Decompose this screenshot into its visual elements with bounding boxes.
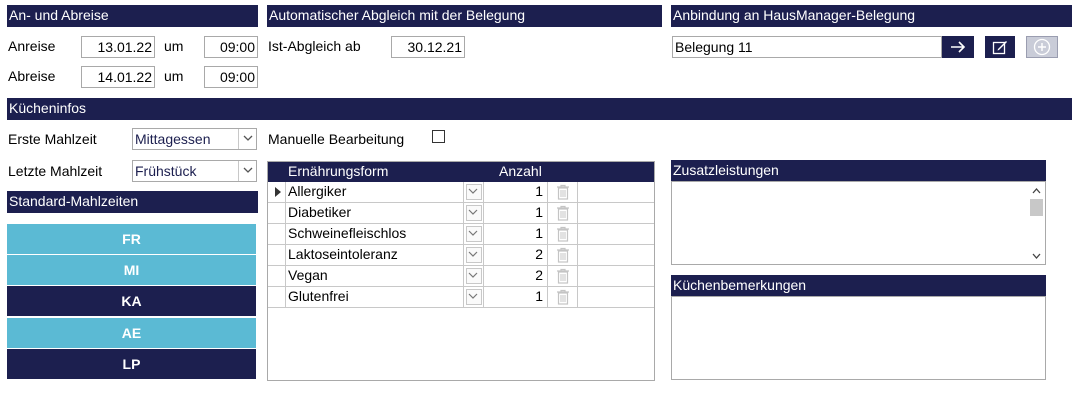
arrival-label: Anreise bbox=[8, 38, 56, 54]
count-cell[interactable]: 2 bbox=[484, 245, 548, 265]
table-row[interactable]: Allergiker 1 bbox=[268, 182, 654, 203]
meal-button-mi[interactable]: MI bbox=[7, 255, 256, 285]
edit-icon bbox=[992, 41, 1007, 55]
diet-form-dropdown[interactable] bbox=[464, 182, 484, 202]
diet-form-cell[interactable]: Laktoseintoleranz bbox=[286, 245, 464, 265]
chevron-down-icon bbox=[468, 293, 478, 299]
current-row-triangle-icon bbox=[275, 187, 281, 197]
last-meal-select[interactable]: Frühstück bbox=[132, 160, 257, 182]
arrival-date-field[interactable]: 13.01.22 bbox=[81, 36, 155, 58]
diet-form-cell[interactable]: Schweinefleischlos bbox=[286, 224, 464, 244]
binding-header: Anbindung an HausManager-Belegung bbox=[671, 5, 1072, 27]
diet-form-dropdown[interactable] bbox=[464, 245, 484, 265]
extras-scrollbar[interactable] bbox=[1028, 182, 1045, 264]
trash-icon bbox=[557, 247, 569, 263]
chevron-down-icon bbox=[468, 188, 478, 194]
diet-form-dropdown[interactable] bbox=[464, 203, 484, 223]
count-cell[interactable]: 2 bbox=[484, 266, 548, 286]
chevron-down-icon bbox=[468, 272, 478, 278]
delete-row-button[interactable] bbox=[548, 245, 578, 265]
chevron-down-icon bbox=[468, 230, 478, 236]
trash-icon bbox=[557, 226, 569, 242]
kitchen-remarks-header: Küchenbemerkungen bbox=[671, 275, 1046, 297]
arrival-at-label: um bbox=[164, 38, 184, 54]
trash-icon bbox=[557, 184, 569, 200]
arrival-departure-header: An- und Abreise bbox=[7, 5, 258, 27]
last-meal-value: Frühstück bbox=[135, 163, 197, 179]
count-cell[interactable]: 1 bbox=[484, 182, 548, 202]
departure-date-field[interactable]: 14.01.22 bbox=[81, 66, 155, 88]
table-row[interactable]: Vegan 2 bbox=[268, 266, 654, 287]
trash-icon bbox=[557, 289, 569, 305]
meal-button-lp[interactable]: LP bbox=[7, 349, 256, 379]
chevron-down-icon[interactable] bbox=[238, 129, 256, 149]
count-cell[interactable]: 1 bbox=[484, 224, 548, 244]
count-cell[interactable]: 1 bbox=[484, 203, 548, 223]
departure-at-label: um bbox=[164, 68, 184, 84]
auto-sync-header: Automatischer Abgleich mit der Belegung bbox=[267, 5, 662, 27]
first-meal-select[interactable]: Mittagessen bbox=[132, 128, 257, 150]
kitchen-info-header: Kücheninfos bbox=[7, 98, 1072, 120]
actual-sync-label: Ist-Abgleich ab bbox=[268, 38, 361, 54]
go-to-booking-button[interactable] bbox=[942, 36, 974, 58]
first-meal-label: Erste Mahlzeit bbox=[8, 131, 97, 147]
scroll-up-icon[interactable] bbox=[1032, 188, 1041, 194]
departure-label: Abreise bbox=[8, 68, 56, 84]
diet-form-dropdown[interactable] bbox=[464, 224, 484, 244]
manual-edit-checkbox[interactable] bbox=[432, 130, 445, 143]
arrival-time-field[interactable]: 09:00 bbox=[204, 36, 258, 58]
diet-form-cell[interactable]: Glutenfrei bbox=[286, 287, 464, 307]
delete-row-button[interactable] bbox=[548, 203, 578, 223]
delete-row-button[interactable] bbox=[548, 182, 578, 202]
standard-meals-header: Standard-Mahlzeiten bbox=[7, 191, 258, 213]
add-booking-button[interactable] bbox=[1026, 36, 1058, 58]
departure-time-field[interactable]: 09:00 bbox=[204, 66, 258, 88]
first-meal-value: Mittagessen bbox=[135, 131, 211, 147]
delete-row-button[interactable] bbox=[548, 266, 578, 286]
col-header-count: Anzahl bbox=[499, 163, 542, 179]
arrow-right-icon bbox=[951, 41, 966, 53]
diet-form-cell[interactable]: Vegan bbox=[286, 266, 464, 286]
edit-booking-button[interactable] bbox=[985, 36, 1015, 58]
row-indicator bbox=[268, 266, 286, 286]
meal-button-fr[interactable]: FR bbox=[7, 224, 256, 254]
trash-icon bbox=[557, 205, 569, 221]
row-indicator bbox=[268, 245, 286, 265]
row-indicator bbox=[268, 203, 286, 223]
scroll-thumb[interactable] bbox=[1030, 199, 1043, 216]
diet-form-cell[interactable]: Allergiker bbox=[286, 182, 464, 202]
scroll-down-icon[interactable] bbox=[1032, 253, 1041, 259]
diet-table: Ernährungsform Anzahl Allergiker 1 Diabe… bbox=[267, 161, 655, 381]
chevron-down-icon bbox=[468, 209, 478, 215]
manual-edit-label: Manuelle Bearbeitung bbox=[268, 131, 405, 147]
table-row[interactable]: Glutenfrei 1 bbox=[268, 287, 654, 308]
row-indicator bbox=[268, 287, 286, 307]
kitchen-remarks-textarea[interactable] bbox=[671, 296, 1046, 380]
row-indicator bbox=[268, 182, 286, 202]
chevron-down-icon bbox=[468, 251, 478, 257]
last-meal-label: Letzte Mahlzeit bbox=[8, 163, 103, 179]
diet-form-cell[interactable]: Diabetiker bbox=[286, 203, 464, 223]
meal-button-ae[interactable]: AE bbox=[7, 318, 256, 348]
table-row[interactable]: Diabetiker 1 bbox=[268, 203, 654, 224]
booking-field[interactable]: Belegung 11 bbox=[672, 36, 942, 58]
count-cell[interactable]: 1 bbox=[484, 287, 548, 307]
table-row[interactable]: Schweinefleischlos 1 bbox=[268, 224, 654, 245]
extras-textarea[interactable] bbox=[671, 181, 1046, 265]
trash-icon bbox=[557, 268, 569, 284]
diet-table-header: Ernährungsform Anzahl bbox=[268, 162, 654, 182]
meal-button-ka[interactable]: KA bbox=[7, 286, 256, 316]
col-header-diet-form: Ernährungsform bbox=[288, 163, 389, 179]
delete-row-button[interactable] bbox=[548, 224, 578, 244]
plus-circle-icon bbox=[1033, 38, 1051, 56]
actual-sync-date-field[interactable]: 30.12.21 bbox=[391, 36, 465, 58]
diet-form-dropdown[interactable] bbox=[464, 287, 484, 307]
table-row[interactable]: Laktoseintoleranz 2 bbox=[268, 245, 654, 266]
extras-header: Zusatzleistungen bbox=[671, 160, 1046, 182]
chevron-down-icon[interactable] bbox=[238, 161, 256, 181]
delete-row-button[interactable] bbox=[548, 287, 578, 307]
row-indicator bbox=[268, 224, 286, 244]
diet-form-dropdown[interactable] bbox=[464, 266, 484, 286]
